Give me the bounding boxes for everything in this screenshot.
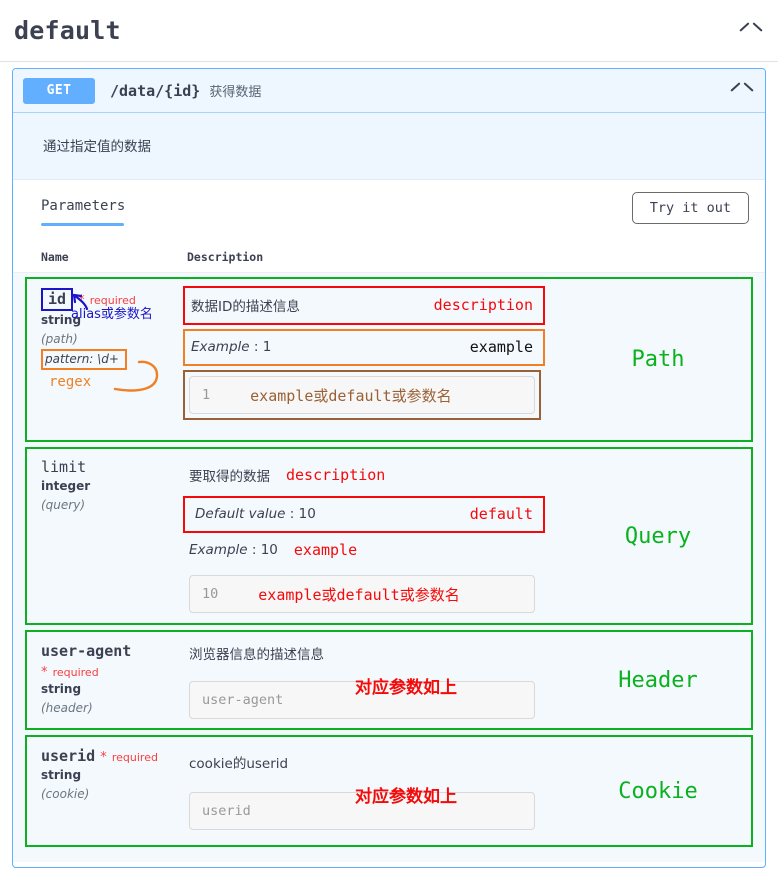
annotation-label-input: example或default或参数名 <box>258 584 459 605</box>
annotation-box-example: Example : 1 example <box>183 329 545 366</box>
section-label-cell: Path <box>565 279 751 440</box>
parameter-type: string <box>41 682 175 696</box>
parameter-section-path: id * required string (path) pattern: \d+… <box>25 277 753 442</box>
parameter-name-cell-userid: userid * required string (cookie) <box>27 737 175 845</box>
parameter-name-user-agent: user-agent <box>41 642 131 660</box>
parameter-input-id[interactable]: 1 example或default或参数名 <box>189 376 535 414</box>
parameter-in: (cookie) <box>41 787 175 801</box>
operation-block: GET /data/{id} 获得数据 通过指定值的数据 Parameters … <box>12 68 766 868</box>
required-label: required <box>112 751 158 764</box>
input-placeholder: 1 <box>202 387 210 403</box>
required-label: required <box>53 666 99 679</box>
column-header-name: Name <box>41 250 187 264</box>
parameter-description: 数据ID的描述信息 <box>191 295 300 315</box>
try-it-out-button[interactable]: Try it out <box>632 192 749 224</box>
annotation-alias: alias或参数名 <box>71 303 153 322</box>
tabs-row: Parameters Try it out <box>13 180 765 236</box>
parameter-in: (query) <box>41 498 175 512</box>
required-star-icon: * <box>100 750 107 765</box>
operation-description: 通过指定值的数据 <box>13 113 765 180</box>
annotation-note: 对应参数如上 <box>355 782 457 807</box>
required-star-icon: * <box>41 665 48 680</box>
parameter-description: 要取得的数据 <box>189 465 270 485</box>
parameters-rows: id * required string (path) pattern: \d+… <box>13 273 765 862</box>
annotation-box-default: Default value : 10 default <box>183 496 545 533</box>
parameter-input-limit[interactable]: 10 example或default或参数名 <box>189 575 535 613</box>
annotation-label-example: example <box>470 338 533 356</box>
parameter-in: (path) <box>41 332 175 346</box>
annotation-section-query: Query <box>625 524 691 549</box>
swagger-ui-page: default GET /data/{id} 获得数据 通过指定值的数据 Par… <box>0 0 778 884</box>
input-placeholder: 10 <box>202 586 218 602</box>
parameter-default: Default value : 10 <box>195 506 316 522</box>
annotation-label-description: description <box>434 296 533 314</box>
parameter-section-query: limit integer (query) 要取得的数据 description… <box>25 447 753 625</box>
parameter-name-limit: limit <box>41 458 175 477</box>
parameter-example: Example : 10 <box>189 542 278 558</box>
input-placeholder: user-agent <box>202 692 283 708</box>
parameter-description: cookie的userid <box>189 752 288 772</box>
parameter-type: string <box>41 768 175 782</box>
annotation-regex: regex <box>49 374 91 390</box>
input-placeholder: userid <box>202 803 251 819</box>
column-header-description: Description <box>187 250 263 264</box>
parameter-name-cell-limit: limit integer (query) <box>27 449 175 623</box>
parameter-name-userid: userid <box>41 747 95 765</box>
annotation-label-input: example或default或参数名 <box>250 385 451 406</box>
parameter-description-cell-userid: cookie的userid 对应参数如上 userid <box>175 737 565 845</box>
parameter-section-cookie: userid * required string (cookie) cookie… <box>25 735 753 847</box>
section-label-cell: Query <box>565 449 751 623</box>
parameter-section-header: user-agent * required string (header) 浏览… <box>25 630 753 730</box>
tag-header[interactable]: default <box>0 0 778 62</box>
parameter-description: 浏览器信息的描述信息 <box>189 643 324 663</box>
annotation-box-input: 1 example或default或参数名 <box>183 370 541 420</box>
operation-header[interactable]: GET /data/{id} 获得数据 <box>13 69 765 113</box>
parameters-table-header: Name Description <box>13 236 765 273</box>
annotation-label-description: description <box>286 466 385 484</box>
annotation-note: 对应参数如上 <box>355 673 457 698</box>
chevron-up-icon[interactable] <box>731 84 753 98</box>
http-method-badge: GET <box>23 78 95 104</box>
annotation-section-cookie: Cookie <box>618 779 697 804</box>
section-label-cell: Header <box>565 632 751 728</box>
section-label-cell: Cookie <box>565 737 751 845</box>
page-title: default <box>14 16 121 45</box>
annotation-box-description: 数据ID的描述信息 description <box>183 286 545 325</box>
operation-path: /data/{id} <box>110 82 200 100</box>
parameter-type: integer <box>41 479 175 493</box>
parameter-example: Example : 1 <box>191 339 271 355</box>
parameter-name-cell-id: id * required string (path) pattern: \d+… <box>27 279 175 440</box>
parameter-pattern: pattern: \d+ <box>41 349 127 370</box>
parameter-input-wrap: 10 example或default或参数名 <box>189 575 535 613</box>
parameter-description-cell-id: 数据ID的描述信息 description Example : 1 exampl… <box>175 279 565 440</box>
parameter-description-cell-user-agent: 浏览器信息的描述信息 对应参数如上 user-agent <box>175 632 565 728</box>
annotation-section-path: Path <box>632 347 685 372</box>
parameter-name-id: id <box>41 288 73 311</box>
annotation-label-example: example <box>294 541 357 559</box>
annotation-label-default: default <box>470 505 533 523</box>
parameter-name-cell-user-agent: user-agent * required string (header) <box>27 632 175 728</box>
tab-parameters[interactable]: Parameters <box>41 180 125 236</box>
annotation-section-header: Header <box>618 668 697 693</box>
parameter-in: (header) <box>41 701 175 715</box>
operation-summary: 获得数据 <box>209 81 261 100</box>
parameter-description-cell-limit: 要取得的数据 description Default value : 10 de… <box>175 449 565 623</box>
chevron-up-icon[interactable] <box>740 24 762 38</box>
